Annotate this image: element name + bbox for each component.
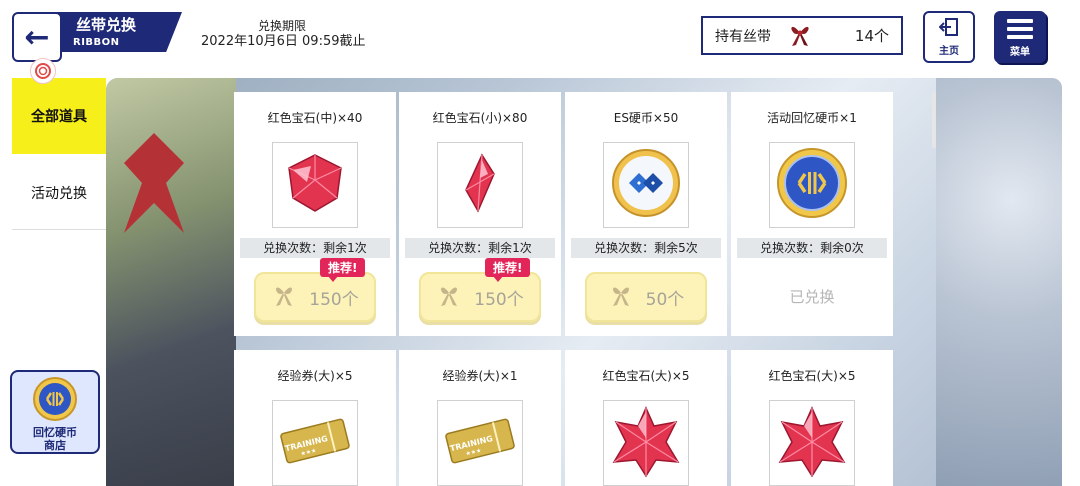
exchange-remaining: 兑换次数：剩余5次	[571, 238, 721, 258]
ribbon-icon	[608, 283, 634, 312]
exchange-price-button[interactable]: 150个	[419, 272, 541, 322]
home-label: 主页	[939, 45, 959, 57]
red-gem-large-icon	[774, 404, 850, 482]
exchange-remaining: 兑换次数：剩余0次	[737, 238, 887, 258]
item-thumbnail	[603, 142, 689, 228]
exp-ticket-icon: TRAINING ★★★	[278, 416, 352, 470]
exchange-remaining: 兑换次数：剩余1次	[405, 238, 555, 258]
ribbon-count-value: 14个	[854, 27, 889, 45]
item-card[interactable]: 红色宝石(大)×5	[731, 350, 893, 486]
memory-coin-icon	[776, 147, 848, 223]
ribbon-count-box: 持有丝带 14个	[701, 16, 903, 55]
red-gem-large-icon	[608, 404, 684, 482]
memory-coin-shop-button[interactable]: 回忆硬币 商店	[10, 370, 100, 454]
item-card[interactable]: 红色宝石(中)×40 兑换次数：剩余1次 150个 推荐!	[234, 92, 396, 336]
ribbon-icon	[271, 283, 297, 312]
exchange-period-date: 2022年10月6日 09:59截止	[201, 34, 366, 49]
scrollbar[interactable]	[932, 92, 936, 148]
coin-shop-label-1: 回忆硬币	[33, 426, 77, 439]
item-thumbnail	[603, 400, 689, 486]
recommend-badge: 推荐!	[485, 258, 531, 282]
item-name: 红色宝石(大)×5	[768, 369, 856, 383]
price-value: 150个	[309, 289, 359, 310]
item-name: 经验券(大)×5	[277, 369, 353, 383]
tab-all-items[interactable]: 全部道具	[12, 78, 106, 154]
item-name: 红色宝石(小)×80	[432, 111, 528, 125]
item-thumbnail: TRAINING ★★★	[272, 400, 358, 486]
top-bar: 丝带兑换 RIBBON ← 兑换期限 2022年10月6日 09:59截止 持有…	[0, 0, 1080, 78]
ribbon-count-label: 持有丝带	[715, 28, 771, 45]
coin-shop-label-2: 商店	[44, 439, 66, 452]
page-subtitle: RIBBON	[73, 37, 120, 48]
menu-label: 菜单	[1010, 46, 1030, 58]
character-illustration	[106, 78, 236, 486]
price-value: 150个	[474, 289, 524, 310]
item-name: 红色宝石(大)×5	[602, 369, 690, 383]
item-card[interactable]: 红色宝石(大)×5	[565, 350, 727, 486]
ribbon-icon	[785, 21, 815, 51]
red-gem-small-icon	[460, 152, 500, 218]
item-name: 经验券(大)×1	[442, 369, 518, 383]
page-title: 丝带兑换	[76, 16, 137, 34]
item-card[interactable]: 经验券(大)×5 TRAINING ★★★	[234, 350, 396, 486]
back-arrow-icon: ←	[24, 19, 50, 55]
item-thumbnail	[437, 142, 523, 228]
item-name: 红色宝石(中)×40	[267, 111, 363, 125]
exchange-remaining: 兑换次数：剩余1次	[240, 238, 390, 258]
exchange-price-button[interactable]: 50个	[585, 272, 707, 322]
memory-coin-icon	[32, 376, 78, 426]
item-name: 活动回忆硬币×1	[767, 111, 857, 125]
exit-icon	[938, 17, 959, 40]
exchange-price-button[interactable]: 150个	[254, 272, 376, 322]
ribbon-icon	[436, 283, 462, 312]
red-gem-medium-icon	[283, 152, 347, 218]
item-card[interactable]: 活动回忆硬币×1 兑换次数：剩余0次 已兑换	[731, 92, 893, 336]
hamburger-icon	[1007, 17, 1033, 41]
item-card[interactable]: ES硬币×50 兑换次数：剩余5次 50个	[565, 92, 727, 336]
home-button[interactable]: 主页	[923, 11, 975, 63]
menu-button[interactable]: 菜单	[994, 11, 1046, 63]
exp-ticket-icon: TRAINING ★★★	[443, 416, 517, 470]
sidebar: 全部道具 活动兑换 回忆硬币 商店	[0, 78, 106, 486]
tab-event-exchange[interactable]: 活动兑换	[12, 156, 106, 230]
recommend-badge: 推荐!	[320, 258, 366, 282]
item-card[interactable]: 经验券(大)×1 TRAINING ★★★	[399, 350, 561, 486]
exchanged-status: 已兑换	[789, 288, 835, 306]
notification-badge-icon[interactable]	[30, 58, 56, 84]
price-value: 50个	[645, 289, 685, 310]
item-name: ES硬币×50	[613, 111, 679, 125]
item-thumbnail	[769, 400, 855, 486]
item-thumbnail	[272, 142, 358, 228]
item-card[interactable]: 红色宝石(小)×80 兑换次数：剩余1次 150个 推荐!	[399, 92, 561, 336]
flower-background	[936, 78, 1062, 486]
es-coin-icon	[611, 148, 681, 222]
item-thumbnail: TRAINING ★★★	[437, 400, 523, 486]
back-button[interactable]: ←	[12, 12, 62, 62]
item-thumbnail	[769, 142, 855, 228]
